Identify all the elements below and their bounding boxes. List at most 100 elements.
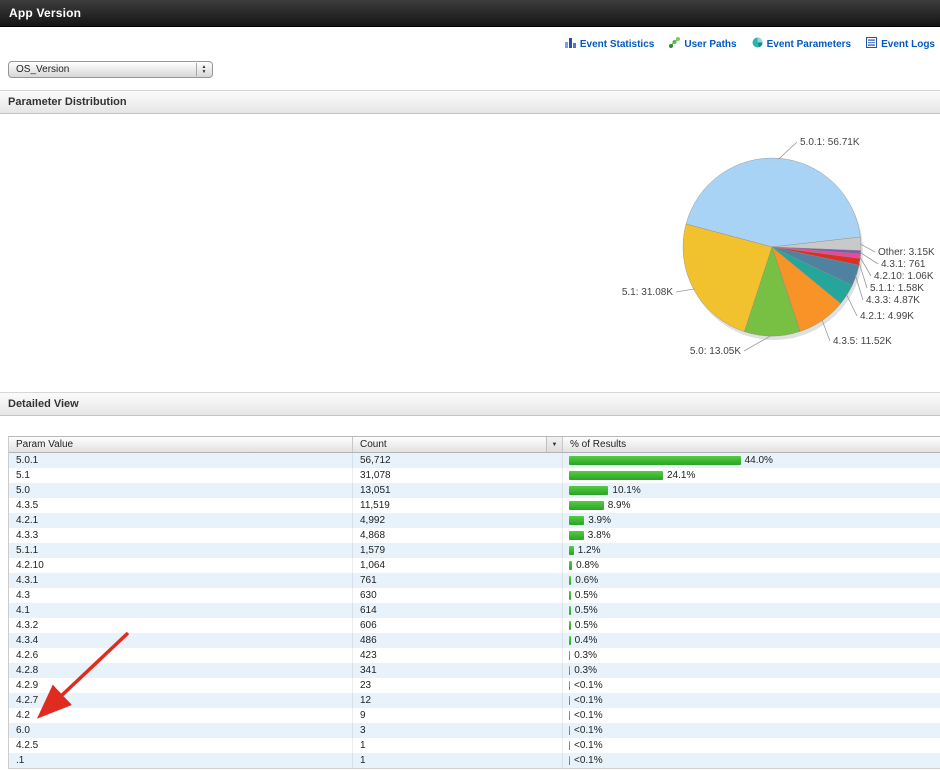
table-row: 4.2.712 <0.1%	[9, 693, 940, 708]
pct-cell: 0.6%	[563, 573, 940, 588]
table-row: .11<0.1%	[9, 753, 940, 768]
pct-cell: 10.1%	[563, 483, 940, 498]
pct-bar	[569, 591, 571, 600]
param-value-cell: .1	[9, 753, 353, 768]
pct-bar	[569, 501, 604, 510]
pie-label-4.3.1: 4.3.1: 761	[881, 259, 926, 270]
pct-cell: 3.9%	[563, 513, 940, 528]
table-row: 4.2.8341 0.3%	[9, 663, 940, 678]
pct-bar	[569, 606, 571, 615]
pct-label: <0.1%	[574, 695, 603, 706]
param-value-cell: 4.1	[9, 603, 353, 618]
pie-label-5.1.1: 5.1.1: 1.58K	[870, 283, 924, 294]
pct-bar	[569, 471, 663, 480]
page-title: App Version	[9, 6, 81, 20]
pct-label: <0.1%	[574, 725, 603, 736]
pct-bar	[569, 756, 570, 765]
pie-label-leader-line	[846, 294, 857, 316]
count-cell: 4,868	[353, 528, 563, 543]
pct-label: 0.5%	[575, 590, 598, 601]
pct-bar	[569, 636, 571, 645]
param-value-cell: 4.2	[9, 708, 353, 723]
pct-label: 24.1%	[667, 470, 695, 481]
pct-label: <0.1%	[574, 755, 603, 766]
pie-chart: 5.0.1: 56.71KOther: 3.15K4.3.1: 7614.2.1…	[0, 114, 940, 376]
pct-bar	[569, 486, 608, 495]
nav-event-parameters[interactable]: Event Parameters	[752, 37, 852, 51]
pct-label: 0.3%	[574, 665, 597, 676]
count-cell: 12	[353, 693, 563, 708]
pct-label: 1.2%	[578, 545, 601, 556]
nav-user-paths[interactable]: User Paths	[669, 37, 736, 51]
select-arrows-icon: ▲▼	[196, 63, 211, 76]
filter-row: OS_Version ▲▼	[0, 53, 940, 78]
section-title: Parameter Distribution	[8, 96, 127, 108]
pct-cell: 0.5%	[563, 588, 940, 603]
count-cell: 13,051	[353, 483, 563, 498]
bar-chart-icon	[565, 37, 576, 51]
table-row: 4.29<0.1%	[9, 708, 940, 723]
nav-event-logs[interactable]: Event Logs	[866, 37, 935, 51]
column-header-count[interactable]: Count ▼	[353, 437, 563, 452]
count-cell: 341	[353, 663, 563, 678]
count-cell: 614	[353, 603, 563, 618]
pct-bar	[569, 696, 570, 705]
pie-chart-icon	[752, 37, 763, 51]
pct-bar	[569, 681, 570, 690]
count-cell: 9	[353, 708, 563, 723]
table-row: 5.131,07824.1%	[9, 468, 940, 483]
param-value-cell: 4.3.1	[9, 573, 353, 588]
count-cell: 761	[353, 573, 563, 588]
table-row: 6.03<0.1%	[9, 723, 940, 738]
table-row: 4.3.17610.6%	[9, 573, 940, 588]
section-parameter-distribution: Parameter Distribution	[0, 90, 940, 114]
pct-bar	[569, 741, 570, 750]
pct-bar	[569, 651, 570, 660]
pct-label: 3.8%	[588, 530, 611, 541]
param-value-cell: 4.2.8	[9, 663, 353, 678]
pie-label-5.0: 5.0: 13.05K	[690, 346, 741, 357]
parameter-select-value: OS_Version	[16, 64, 69, 75]
count-cell: 486	[353, 633, 563, 648]
pie-label-leader-line	[855, 275, 863, 300]
table-row: 4.3.34,8683.8%	[9, 528, 940, 543]
param-value-cell: 4.2.7	[9, 693, 353, 708]
pct-cell: 3.8%	[563, 528, 940, 543]
pie-label-4.3.5: 4.3.5: 11.52K	[833, 336, 892, 347]
pct-cell: <0.1%	[563, 693, 940, 708]
table-row: 4.2.64230.3%	[9, 648, 940, 663]
nav-label: Event Statistics	[580, 39, 654, 50]
column-header-pct-of-results[interactable]: % of Results	[563, 437, 940, 452]
parameter-select[interactable]: OS_Version ▲▼	[8, 61, 213, 78]
count-cell: 11,519	[353, 498, 563, 513]
nav-event-statistics[interactable]: Event Statistics	[565, 37, 654, 51]
table-row: 4.2.101,0640.8%	[9, 558, 940, 573]
pct-bar	[569, 726, 570, 735]
column-header-param-value[interactable]: Param Value	[9, 437, 353, 452]
table-row: 4.3.511,519 8.9%	[9, 498, 940, 513]
logs-list-icon	[866, 37, 877, 51]
param-value-cell: 6.0	[9, 723, 353, 738]
pct-cell: 44.0%	[563, 453, 940, 468]
param-value-cell: 4.2.6	[9, 648, 353, 663]
param-value-cell: 5.1.1	[9, 543, 353, 558]
detail-table: Param Value Count ▼ % of Results 5.0.156…	[8, 436, 940, 769]
pct-cell: <0.1%	[563, 753, 940, 768]
param-value-cell: 4.3.5	[9, 498, 353, 513]
count-cell: 606	[353, 618, 563, 633]
pct-label: <0.1%	[574, 740, 603, 751]
pct-label: 0.3%	[574, 650, 597, 661]
pct-label: 8.9%	[608, 500, 631, 511]
param-value-cell: 4.2.10	[9, 558, 353, 573]
pct-label: 0.5%	[575, 620, 598, 631]
count-cell: 31,078	[353, 468, 563, 483]
count-cell: 1,579	[353, 543, 563, 558]
param-value-cell: 4.2.1	[9, 513, 353, 528]
pct-bar	[569, 561, 572, 570]
count-cell: 23	[353, 678, 563, 693]
count-sort-dropdown[interactable]: ▼	[546, 437, 562, 452]
sort-descending-icon: ▼	[552, 442, 558, 448]
pct-bar	[569, 576, 571, 585]
pie-label-4.2.10: 4.2.10: 1.06K	[874, 271, 934, 282]
pct-bar	[569, 531, 584, 540]
